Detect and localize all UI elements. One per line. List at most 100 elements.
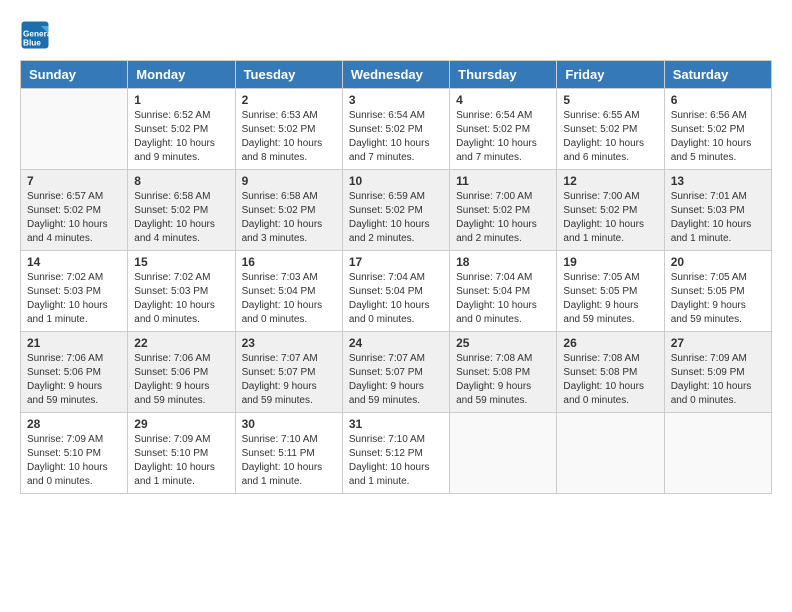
calendar-cell: 1Sunrise: 6:52 AM Sunset: 5:02 PM Daylig… [128,89,235,170]
column-header-saturday: Saturday [664,61,771,89]
svg-text:General: General [23,30,50,39]
day-number: 12 [563,174,657,188]
logo: General Blue [20,20,54,50]
day-info: Sunrise: 7:07 AM Sunset: 5:07 PM Dayligh… [242,352,336,408]
day-number: 28 [27,417,121,431]
calendar-cell: 13Sunrise: 7:01 AM Sunset: 5:03 PM Dayli… [664,170,771,251]
day-info: Sunrise: 7:06 AM Sunset: 5:06 PM Dayligh… [134,352,228,408]
calendar-cell: 19 Sunrise: 7:05 AM Sunset: 5:05 PM Dayli… [557,251,664,332]
calendar-cell: 14 Sunrise: 7:02 AM Sunset: 5:03 PM Dayli… [21,251,128,332]
calendar-cell: 15 Sunrise: 7:02 AM Sunset: 5:03 PM Dayli… [128,251,235,332]
day-info: Sunrise: 6:59 AM Sunset: 5:02 PM Dayligh… [349,190,443,246]
day-number: 16 [242,255,336,269]
day-number: 8 [134,174,228,188]
day-info: Sunrise: 7:04 AM Sunset: 5:04 PM Dayligh… [456,271,550,327]
day-info: Sunrise: 7:10 AM Sunset: 5:11 PM Dayligh… [242,433,336,489]
day-info: Sunrise: 7:00 AM Sunset: 5:02 PM Dayligh… [456,190,550,246]
logo-icon: General Blue [20,20,50,50]
day-number: 27 [671,336,765,350]
day-info: Sunrise: 6:56 AM Sunset: 5:02 PM Dayligh… [671,109,765,165]
day-info: Sunrise: 6:55 AM Sunset: 5:02 PM Dayligh… [563,109,657,165]
day-number: 21 [27,336,121,350]
calendar-header-row: SundayMondayTuesdayWednesdayThursdayFrid… [21,61,772,89]
calendar-cell: 4Sunrise: 6:54 AM Sunset: 5:02 PM Daylig… [450,89,557,170]
day-number: 9 [242,174,336,188]
day-number: 26 [563,336,657,350]
calendar-cell: 10 Sunrise: 6:59 AM Sunset: 5:02 PM Dayli… [342,170,449,251]
day-number: 30 [242,417,336,431]
day-info: Sunrise: 7:02 AM Sunset: 5:03 PM Dayligh… [27,271,121,327]
svg-text:Blue: Blue [23,39,41,48]
day-number: 1 [134,93,228,107]
day-number: 20 [671,255,765,269]
calendar-cell: 28 Sunrise: 7:09 AM Sunset: 5:10 PM Dayli… [21,413,128,494]
day-info: Sunrise: 7:00 AM Sunset: 5:02 PM Dayligh… [563,190,657,246]
day-info: Sunrise: 7:01 AM Sunset: 5:03 PM Dayligh… [671,190,765,246]
calendar-cell: 17Sunrise: 7:04 AM Sunset: 5:04 PM Dayli… [342,251,449,332]
day-info: Sunrise: 6:58 AM Sunset: 5:02 PM Dayligh… [242,190,336,246]
calendar-week-row: 28 Sunrise: 7:09 AM Sunset: 5:10 PM Dayli… [21,413,772,494]
day-number: 4 [456,93,550,107]
day-info: Sunrise: 6:53 AM Sunset: 5:02 PM Dayligh… [242,109,336,165]
calendar-body: 1Sunrise: 6:52 AM Sunset: 5:02 PM Daylig… [21,89,772,494]
column-header-friday: Friday [557,61,664,89]
day-number: 14 [27,255,121,269]
calendar-cell: 25 Sunrise: 7:08 AM Sunset: 5:08 PM Dayli… [450,332,557,413]
calendar-cell: 21 Sunrise: 7:06 AM Sunset: 5:06 PM Dayli… [21,332,128,413]
day-info: Sunrise: 6:58 AM Sunset: 5:02 PM Dayligh… [134,190,228,246]
day-info: Sunrise: 7:04 AM Sunset: 5:04 PM Dayligh… [349,271,443,327]
day-info: Sunrise: 7:08 AM Sunset: 5:08 PM Dayligh… [563,352,657,408]
day-info: Sunrise: 6:57 AM Sunset: 5:02 PM Dayligh… [27,190,121,246]
calendar-cell: 3 Sunrise: 6:54 AM Sunset: 5:02 PM Daylig… [342,89,449,170]
calendar-cell: 18 Sunrise: 7:04 AM Sunset: 5:04 PM Dayli… [450,251,557,332]
calendar-week-row: 21 Sunrise: 7:06 AM Sunset: 5:06 PM Dayli… [21,332,772,413]
calendar-cell: 29 Sunrise: 7:09 AM Sunset: 5:10 PM Dayli… [128,413,235,494]
day-info: Sunrise: 7:10 AM Sunset: 5:12 PM Dayligh… [349,433,443,489]
day-info: Sunrise: 7:09 AM Sunset: 5:09 PM Dayligh… [671,352,765,408]
day-info: Sunrise: 7:08 AM Sunset: 5:08 PM Dayligh… [456,352,550,408]
day-info: Sunrise: 6:54 AM Sunset: 5:02 PM Dayligh… [349,109,443,165]
day-number: 29 [134,417,228,431]
calendar-cell [21,89,128,170]
calendar-cell: 20 Sunrise: 7:05 AM Sunset: 5:05 PM Dayli… [664,251,771,332]
calendar-week-row: 7 Sunrise: 6:57 AM Sunset: 5:02 PM Daylig… [21,170,772,251]
calendar-week-row: 1Sunrise: 6:52 AM Sunset: 5:02 PM Daylig… [21,89,772,170]
calendar-cell: 23Sunrise: 7:07 AM Sunset: 5:07 PM Dayli… [235,332,342,413]
calendar-cell: 30 Sunrise: 7:10 AM Sunset: 5:11 PM Dayli… [235,413,342,494]
day-info: Sunrise: 7:05 AM Sunset: 5:05 PM Dayligh… [563,271,657,327]
column-header-sunday: Sunday [21,61,128,89]
day-number: 15 [134,255,228,269]
day-info: Sunrise: 7:02 AM Sunset: 5:03 PM Dayligh… [134,271,228,327]
calendar-cell: 24 Sunrise: 7:07 AM Sunset: 5:07 PM Dayli… [342,332,449,413]
calendar-cell [557,413,664,494]
day-number: 22 [134,336,228,350]
day-info: Sunrise: 7:07 AM Sunset: 5:07 PM Dayligh… [349,352,443,408]
page-header: General Blue [20,20,772,50]
day-number: 19 [563,255,657,269]
day-info: Sunrise: 7:05 AM Sunset: 5:05 PM Dayligh… [671,271,765,327]
day-number: 31 [349,417,443,431]
calendar-table: SundayMondayTuesdayWednesdayThursdayFrid… [20,60,772,494]
calendar-cell: 27 Sunrise: 7:09 AM Sunset: 5:09 PM Dayli… [664,332,771,413]
day-info: Sunrise: 7:03 AM Sunset: 5:04 PM Dayligh… [242,271,336,327]
day-info: Sunrise: 7:06 AM Sunset: 5:06 PM Dayligh… [27,352,121,408]
column-header-monday: Monday [128,61,235,89]
day-number: 7 [27,174,121,188]
day-info: Sunrise: 7:09 AM Sunset: 5:10 PM Dayligh… [27,433,121,489]
day-number: 3 [349,93,443,107]
day-number: 10 [349,174,443,188]
day-number: 25 [456,336,550,350]
column-header-thursday: Thursday [450,61,557,89]
day-number: 18 [456,255,550,269]
calendar-cell: 6 Sunrise: 6:56 AM Sunset: 5:02 PM Daylig… [664,89,771,170]
calendar-cell: 2 Sunrise: 6:53 AM Sunset: 5:02 PM Daylig… [235,89,342,170]
calendar-cell: 22 Sunrise: 7:06 AM Sunset: 5:06 PM Dayli… [128,332,235,413]
calendar-cell: 16 Sunrise: 7:03 AM Sunset: 5:04 PM Dayli… [235,251,342,332]
day-number: 2 [242,93,336,107]
day-number: 24 [349,336,443,350]
column-header-tuesday: Tuesday [235,61,342,89]
day-info: Sunrise: 7:09 AM Sunset: 5:10 PM Dayligh… [134,433,228,489]
calendar-cell: 26 Sunrise: 7:08 AM Sunset: 5:08 PM Dayli… [557,332,664,413]
column-header-wednesday: Wednesday [342,61,449,89]
day-number: 6 [671,93,765,107]
